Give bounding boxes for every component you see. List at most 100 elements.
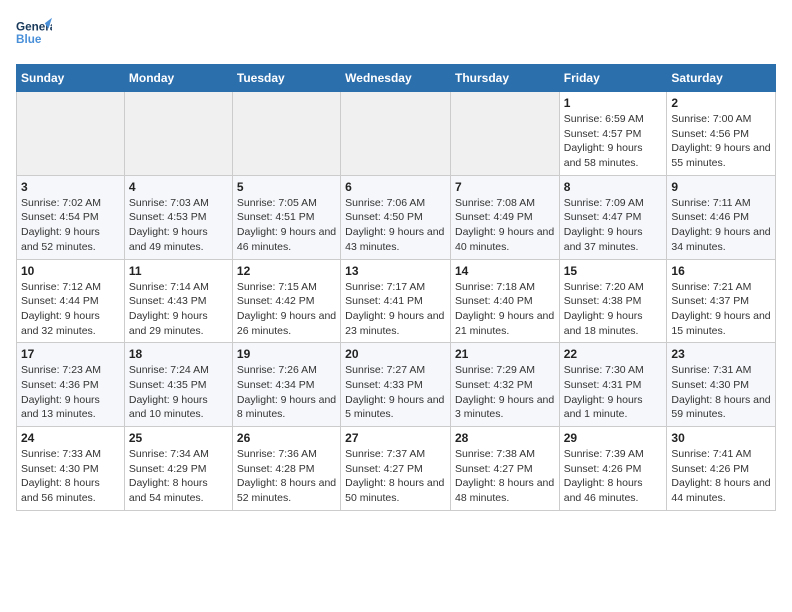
day-info: Sunrise: 7:09 AM Sunset: 4:47 PM Dayligh… [564,196,663,255]
week-row-5: 24 Sunrise: 7:33 AM Sunset: 4:30 PM Dayli… [17,427,776,511]
day-cell: 12 Sunrise: 7:15 AM Sunset: 4:42 PM Dayli… [232,259,340,343]
calendar-table: SundayMondayTuesdayWednesdayThursdayFrid… [16,64,776,511]
day-number: 14 [455,264,555,278]
day-number: 4 [129,180,228,194]
day-info: Sunrise: 7:38 AM Sunset: 4:27 PM Dayligh… [455,447,555,506]
day-cell: 27Sunrise: 7:37 AM Sunset: 4:27 PM Dayli… [341,427,451,511]
day-cell: 19Sunrise: 7:26 AM Sunset: 4:34 PM Dayli… [232,343,340,427]
day-number: 7 [455,180,555,194]
day-number: 17 [21,347,120,361]
day-cell [124,92,232,176]
svg-text:Blue: Blue [16,33,42,46]
day-info: Sunrise: 7:30 AM Sunset: 4:31 PM Dayligh… [564,363,663,422]
day-number: 5 [237,180,336,194]
day-info: Sunrise: 7:33 AM Sunset: 4:30 PM Dayligh… [21,447,120,506]
day-cell [341,92,451,176]
week-row-4: 17 Sunrise: 7:23 AM Sunset: 4:36 PM Dayli… [17,343,776,427]
day-cell: 8 Sunrise: 7:09 AM Sunset: 4:47 PM Daylig… [559,175,667,259]
day-cell [17,92,125,176]
weekday-monday: Monday [124,65,232,92]
day-cell: 21Sunrise: 7:29 AM Sunset: 4:32 PM Dayli… [450,343,559,427]
calendar-body: 1Sunrise: 6:59 AM Sunset: 4:57 PM Daylig… [17,92,776,511]
day-cell [232,92,340,176]
day-cell: 4 Sunrise: 7:03 AM Sunset: 4:53 PM Daylig… [124,175,232,259]
day-number: 25 [129,431,228,445]
day-number: 19 [237,347,336,361]
day-info: Sunrise: 7:12 AM Sunset: 4:44 PM Dayligh… [21,280,120,339]
day-cell: 23 Sunrise: 7:31 AM Sunset: 4:30 PM Dayli… [667,343,776,427]
day-number: 27 [345,431,446,445]
day-info: Sunrise: 7:36 AM Sunset: 4:28 PM Dayligh… [237,447,336,506]
day-number: 15 [564,264,663,278]
day-info: Sunrise: 7:24 AM Sunset: 4:35 PM Dayligh… [129,363,228,422]
day-number: 11 [129,264,228,278]
day-cell: 29 Sunrise: 7:39 AM Sunset: 4:26 PM Dayli… [559,427,667,511]
day-cell: 15Sunrise: 7:20 AM Sunset: 4:38 PM Dayli… [559,259,667,343]
day-number: 13 [345,264,446,278]
day-info: Sunrise: 7:11 AM Sunset: 4:46 PM Dayligh… [671,196,771,255]
day-cell: 30Sunrise: 7:41 AM Sunset: 4:26 PM Dayli… [667,427,776,511]
logo: General Blue [16,16,52,52]
weekday-sunday: Sunday [17,65,125,92]
day-number: 20 [345,347,446,361]
day-cell: 17 Sunrise: 7:23 AM Sunset: 4:36 PM Dayli… [17,343,125,427]
day-cell: 6 Sunrise: 7:06 AM Sunset: 4:50 PM Daylig… [341,175,451,259]
day-number: 3 [21,180,120,194]
day-info: Sunrise: 7:05 AM Sunset: 4:51 PM Dayligh… [237,196,336,255]
day-info: Sunrise: 6:59 AM Sunset: 4:57 PM Dayligh… [564,112,663,171]
day-info: Sunrise: 7:03 AM Sunset: 4:53 PM Dayligh… [129,196,228,255]
day-number: 8 [564,180,663,194]
day-number: 24 [21,431,120,445]
day-cell: 16Sunrise: 7:21 AM Sunset: 4:37 PM Dayli… [667,259,776,343]
day-cell [450,92,559,176]
day-cell: 5 Sunrise: 7:05 AM Sunset: 4:51 PM Daylig… [232,175,340,259]
day-number: 9 [671,180,771,194]
day-cell: 10Sunrise: 7:12 AM Sunset: 4:44 PM Dayli… [17,259,125,343]
day-cell: 7 Sunrise: 7:08 AM Sunset: 4:49 PM Daylig… [450,175,559,259]
day-number: 2 [671,96,771,110]
weekday-saturday: Saturday [667,65,776,92]
day-info: Sunrise: 7:39 AM Sunset: 4:26 PM Dayligh… [564,447,663,506]
day-number: 23 [671,347,771,361]
day-info: Sunrise: 7:18 AM Sunset: 4:40 PM Dayligh… [455,280,555,339]
day-info: Sunrise: 7:15 AM Sunset: 4:42 PM Dayligh… [237,280,336,339]
day-cell: 20 Sunrise: 7:27 AM Sunset: 4:33 PM Dayli… [341,343,451,427]
day-cell: 14 Sunrise: 7:18 AM Sunset: 4:40 PM Dayli… [450,259,559,343]
logo-icon: General Blue [16,16,52,52]
day-cell: 22 Sunrise: 7:30 AM Sunset: 4:31 PM Dayli… [559,343,667,427]
week-row-1: 1Sunrise: 6:59 AM Sunset: 4:57 PM Daylig… [17,92,776,176]
day-cell: 28Sunrise: 7:38 AM Sunset: 4:27 PM Dayli… [450,427,559,511]
day-cell: 18 Sunrise: 7:24 AM Sunset: 4:35 PM Dayli… [124,343,232,427]
day-info: Sunrise: 7:02 AM Sunset: 4:54 PM Dayligh… [21,196,120,255]
weekday-tuesday: Tuesday [232,65,340,92]
day-number: 21 [455,347,555,361]
day-cell: 2 Sunrise: 7:00 AM Sunset: 4:56 PM Daylig… [667,92,776,176]
weekday-wednesday: Wednesday [341,65,451,92]
day-info: Sunrise: 7:14 AM Sunset: 4:43 PM Dayligh… [129,280,228,339]
day-cell: 24 Sunrise: 7:33 AM Sunset: 4:30 PM Dayli… [17,427,125,511]
day-number: 6 [345,180,446,194]
day-cell: 13Sunrise: 7:17 AM Sunset: 4:41 PM Dayli… [341,259,451,343]
day-cell: 3 Sunrise: 7:02 AM Sunset: 4:54 PM Daylig… [17,175,125,259]
day-cell: 25 Sunrise: 7:34 AM Sunset: 4:29 PM Dayli… [124,427,232,511]
page-header: General Blue [16,16,776,52]
day-number: 29 [564,431,663,445]
day-info: Sunrise: 7:08 AM Sunset: 4:49 PM Dayligh… [455,196,555,255]
day-cell: 1Sunrise: 6:59 AM Sunset: 4:57 PM Daylig… [559,92,667,176]
week-row-2: 3 Sunrise: 7:02 AM Sunset: 4:54 PM Daylig… [17,175,776,259]
day-number: 18 [129,347,228,361]
day-number: 12 [237,264,336,278]
day-info: Sunrise: 7:23 AM Sunset: 4:36 PM Dayligh… [21,363,120,422]
weekday-header-row: SundayMondayTuesdayWednesdayThursdayFrid… [17,65,776,92]
day-info: Sunrise: 7:27 AM Sunset: 4:33 PM Dayligh… [345,363,446,422]
day-cell: 9 Sunrise: 7:11 AM Sunset: 4:46 PM Daylig… [667,175,776,259]
day-cell: 26Sunrise: 7:36 AM Sunset: 4:28 PM Dayli… [232,427,340,511]
day-info: Sunrise: 7:31 AM Sunset: 4:30 PM Dayligh… [671,363,771,422]
day-number: 22 [564,347,663,361]
day-info: Sunrise: 7:21 AM Sunset: 4:37 PM Dayligh… [671,280,771,339]
day-cell: 11 Sunrise: 7:14 AM Sunset: 4:43 PM Dayli… [124,259,232,343]
day-info: Sunrise: 7:00 AM Sunset: 4:56 PM Dayligh… [671,112,771,171]
day-info: Sunrise: 7:06 AM Sunset: 4:50 PM Dayligh… [345,196,446,255]
day-info: Sunrise: 7:34 AM Sunset: 4:29 PM Dayligh… [129,447,228,506]
week-row-3: 10Sunrise: 7:12 AM Sunset: 4:44 PM Dayli… [17,259,776,343]
